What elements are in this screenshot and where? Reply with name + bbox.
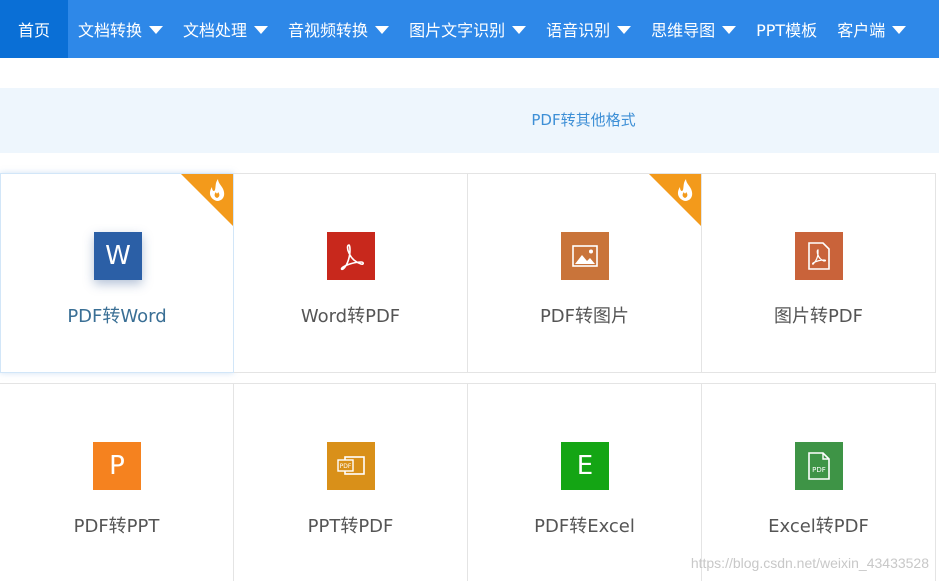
nav-item-ppt-template[interactable]: PPT模板 [746,0,827,58]
nav-item-doc-process[interactable]: 文档处理 [173,0,278,58]
tool-card-label: Excel转PDF [768,516,869,537]
caret-down-icon [149,26,164,34]
nav-item-label: 图片文字识别 [409,21,506,40]
ppt-icon-glyph: P [109,451,125,481]
caret-down-icon [617,26,632,34]
pdf-doc-icon [795,232,843,280]
nav-item-label: PPT模板 [756,21,818,40]
svg-text:PDF: PDF [340,463,352,470]
nav-item-client[interactable]: 客户端 [827,0,916,58]
excel-icon-glyph: E [576,451,594,481]
top-nav: 首页 文档转换 文档处理 音视频转换 图片文字识别 语音识别 思维导图 PPT模… [0,0,939,58]
caret-down-icon [722,26,737,34]
tool-card-label: PDF转图片 [539,306,630,327]
tool-card-label: PPT转PDF [307,516,394,537]
caret-down-icon [892,26,907,34]
hot-badge-icon [181,174,233,226]
acrobat-icon [327,232,375,280]
caret-down-icon [375,26,390,34]
svg-text:PDF: PDF [812,466,826,474]
word-icon: W [94,232,142,280]
tool-grid: W PDF转Word Word转PDF PDF转图片 图片转PDF P PDF转… [0,173,939,581]
excel-icon: E [561,442,609,490]
tool-card-label: 图片转PDF [773,306,864,327]
word-icon-glyph: W [105,241,131,271]
pdf-file-icon: PDF [795,442,843,490]
nav-item-label: 文档转换 [78,21,143,40]
tool-card-ppt-to-pdf[interactable]: PDF PPT转PDF [234,383,468,581]
tool-card-image-to-pdf[interactable]: 图片转PDF [702,173,936,373]
tool-card-excel-to-pdf[interactable]: PDF Excel转PDF [702,383,936,581]
tool-card-word-to-pdf[interactable]: Word转PDF [234,173,468,373]
nav-item-doc-convert[interactable]: 文档转换 [68,0,173,58]
nav-item-ocr[interactable]: 图片文字识别 [399,0,536,58]
nav-item-mindmap[interactable]: 思维导图 [641,0,746,58]
tool-card-pdf-to-excel[interactable]: E PDF转Excel [468,383,702,581]
nav-item-label: 语音识别 [546,21,611,40]
nav-item-av-convert[interactable]: 音视频转换 [278,0,399,58]
ppt-icon: P [93,442,141,490]
nav-item-home[interactable]: 首页 [0,0,69,58]
tool-card-label: PDF转PPT [73,516,160,537]
watermark: https://blog.csdn.net/weixin_43433528 [690,555,929,571]
caret-down-icon [512,26,527,34]
nav-item-label: 文档处理 [183,21,248,40]
nav-item-speech[interactable]: 语音识别 [536,0,641,58]
nav-item-label: 客户端 [837,21,886,40]
ppt-pdf-icon: PDF [327,442,375,490]
caret-down-icon [254,26,269,34]
category-tab-pdf-to-other[interactable]: PDF转其他格式 [0,88,939,153]
tool-card-label: PDF转Excel [534,516,635,537]
tool-card-label: PDF转Word [67,306,167,327]
category-bar: PDF转其他格式 [0,88,939,153]
tool-card-pdf-to-image[interactable]: PDF转图片 [468,173,702,373]
nav-item-label: 首页 [18,21,51,40]
tool-card-pdf-to-ppt[interactable]: P PDF转PPT [0,383,234,581]
image-icon [561,232,609,280]
tool-card-pdf-to-word[interactable]: W PDF转Word [0,173,234,373]
hot-badge-icon [649,174,701,226]
nav-item-label: 思维导图 [651,21,716,40]
nav-item-label: 音视频转换 [288,21,369,40]
tool-card-label: Word转PDF [300,306,401,327]
